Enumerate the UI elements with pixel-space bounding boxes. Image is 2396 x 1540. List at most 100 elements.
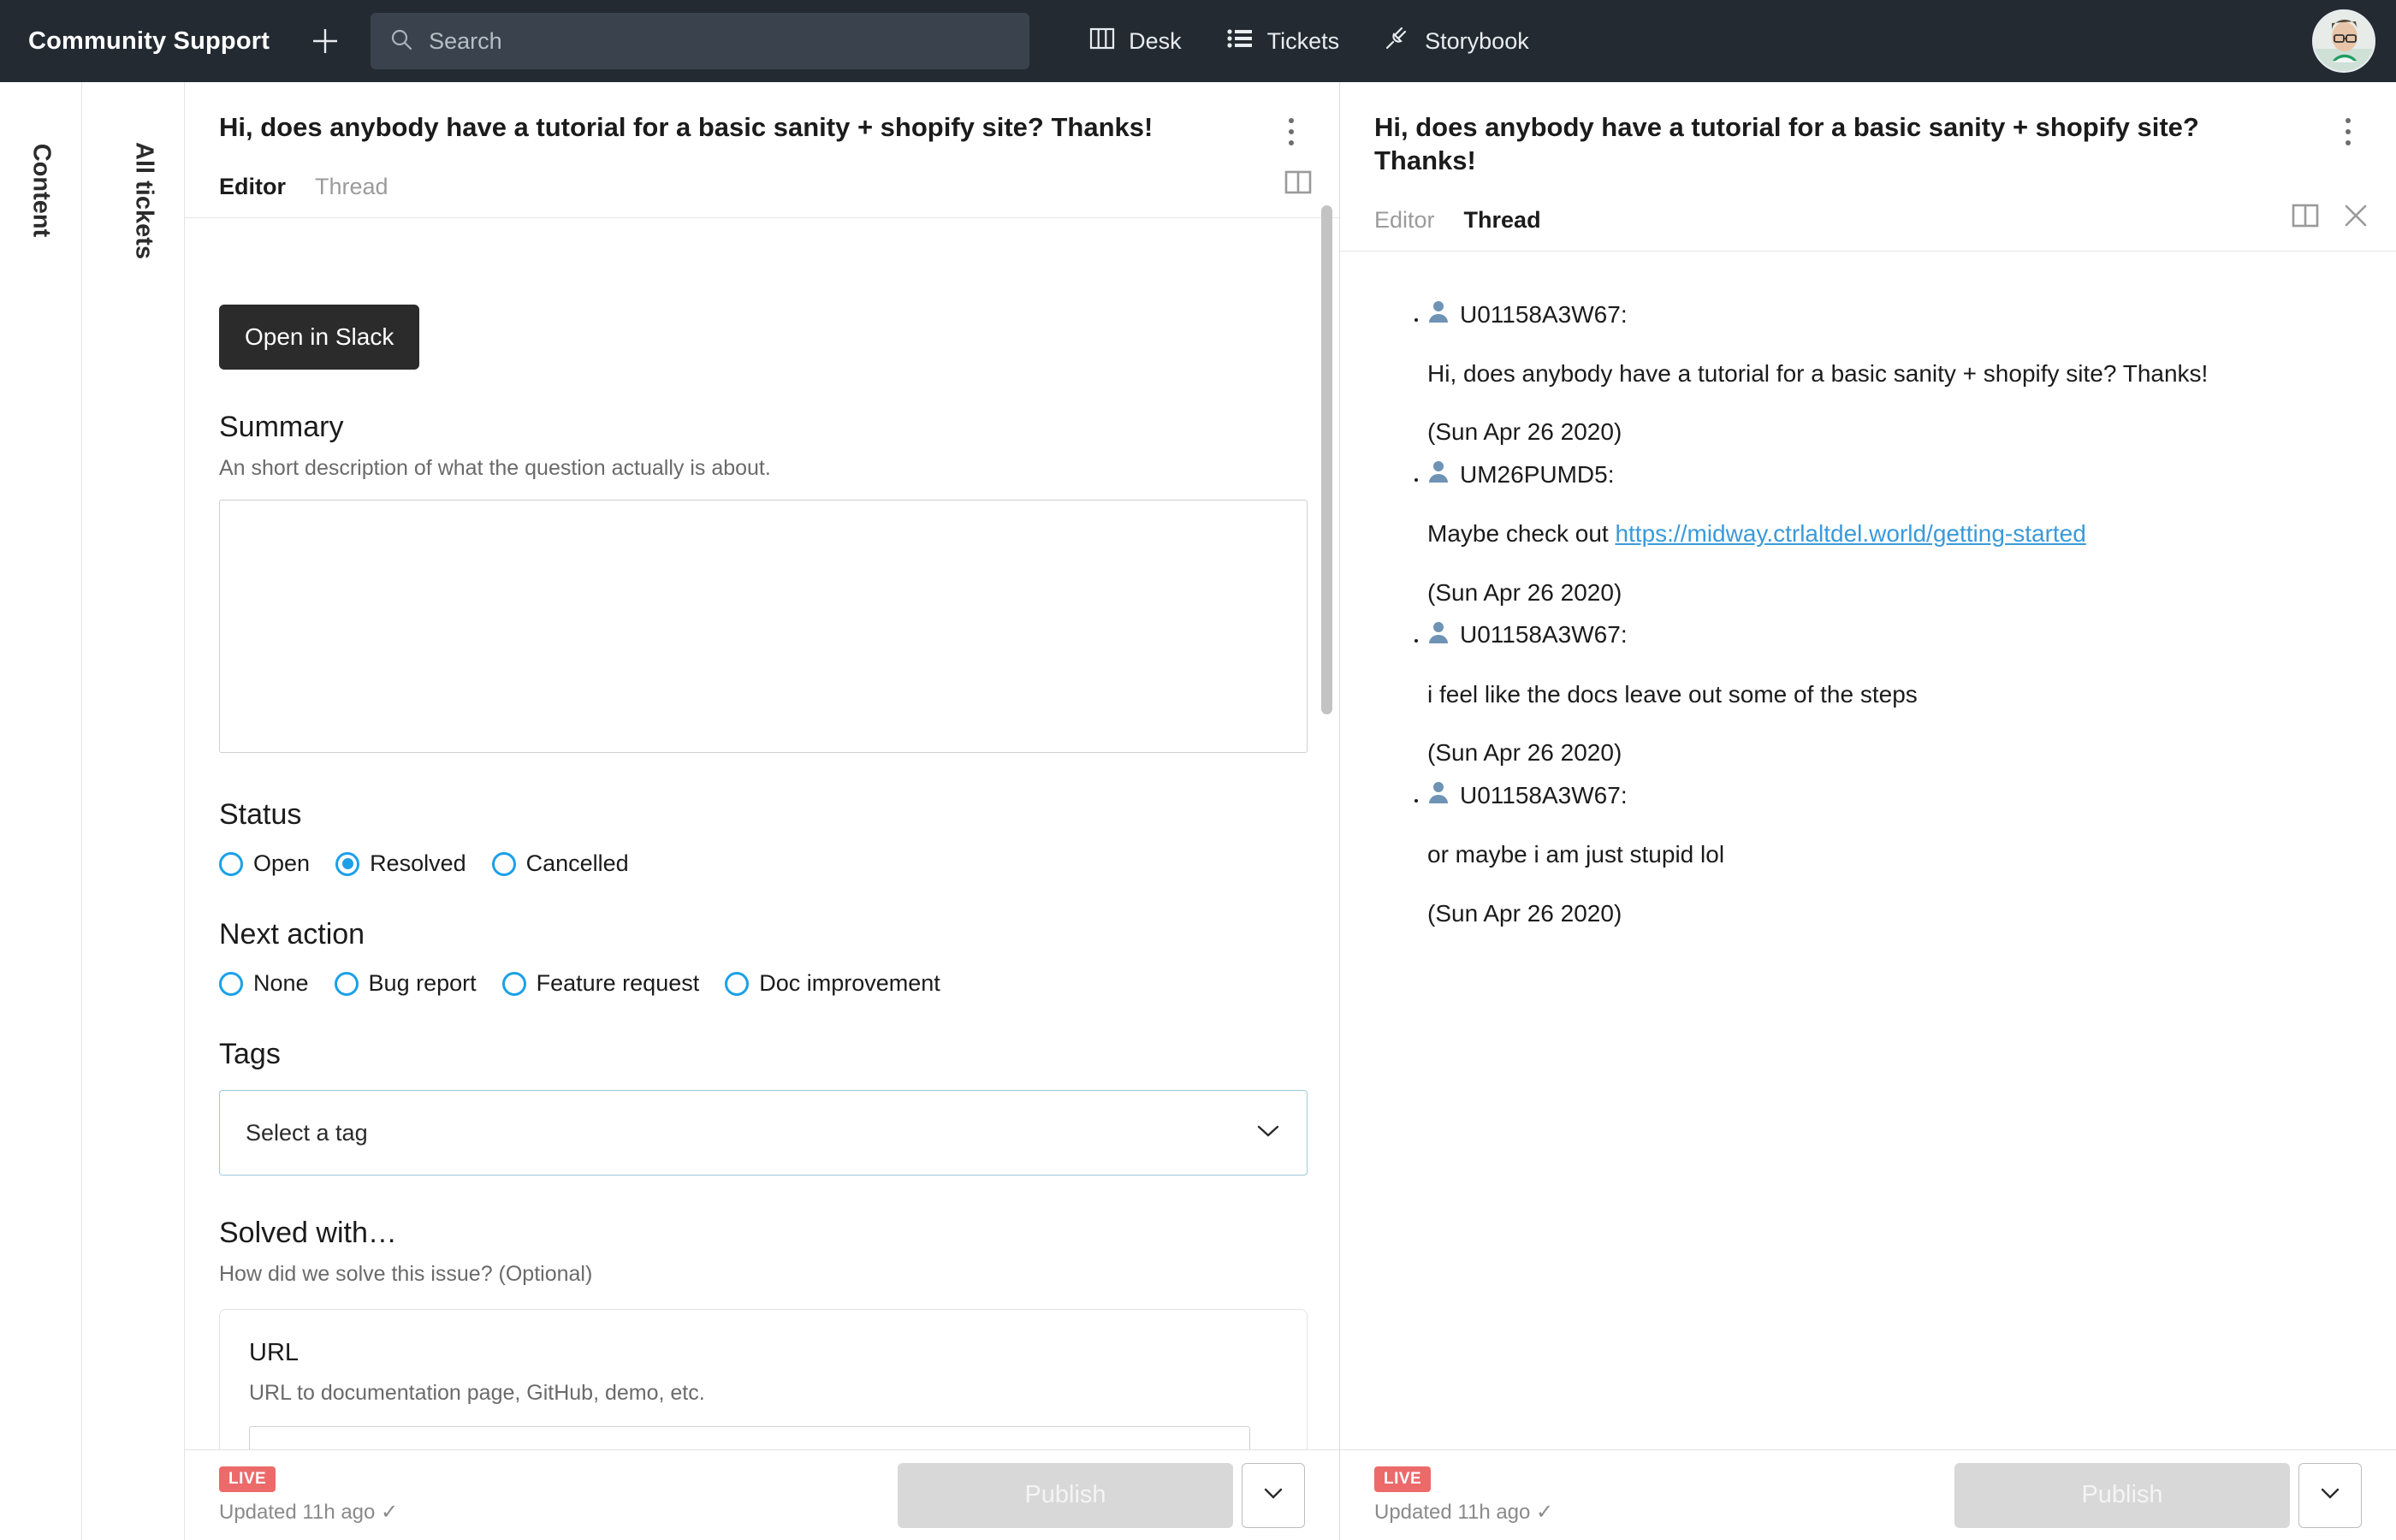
thread-page-title: Hi, does anybody have a tutorial for a b… <box>1374 111 2362 178</box>
nav-item-desk-label: Desk <box>1129 28 1182 55</box>
nav-item-desk[interactable]: Desk <box>1089 27 1182 56</box>
split-pane-icon[interactable] <box>2290 200 2321 231</box>
message-author: UM26PUMD5: <box>1427 459 2362 489</box>
split-pane-icon[interactable] <box>1283 167 1314 198</box>
tab-editor[interactable]: Editor <box>219 174 286 200</box>
more-options-icon[interactable] <box>2331 111 2365 152</box>
status-badge: LIVE <box>219 1466 276 1492</box>
tab-thread[interactable]: Thread <box>1464 207 1541 234</box>
sidebar-rail-all-tickets[interactable]: All tickets <box>103 82 185 1540</box>
radio-icon <box>219 972 243 996</box>
thread-message: U01158A3W67: i feel like the docs leave … <box>1427 620 2362 767</box>
thread-messages: U01158A3W67: Hi, does anybody have a tut… <box>1340 270 2396 1449</box>
url-description: URL to documentation page, GitHub, demo,… <box>249 1381 1278 1406</box>
sidebar-item-all-tickets-label: All tickets <box>129 142 157 259</box>
radio-icon <box>219 852 243 876</box>
editor-tabs: Editor Thread <box>185 174 1339 218</box>
status-field: Status Open Resolved Cancelled <box>219 798 1305 877</box>
message-date: (Sun Apr 26 2020) <box>1427 900 2362 927</box>
next-action-radio-none[interactable]: None <box>219 970 309 997</box>
message-text: i feel like the docs leave out some of t… <box>1427 679 2362 710</box>
chevron-down-icon <box>1262 1485 1284 1505</box>
publish-button[interactable]: Publish <box>898 1463 1233 1528</box>
thread-message: UM26PUMD5: Maybe check out https://midwa… <box>1427 459 2362 606</box>
summary-label: Summary <box>219 411 1305 444</box>
message-author: U01158A3W67: <box>1427 780 2362 810</box>
search-input[interactable]: Search <box>371 13 1029 69</box>
plug-icon <box>1384 26 1411 57</box>
status-badge: LIVE <box>1374 1466 1431 1492</box>
status-radio-open[interactable]: Open <box>219 850 310 877</box>
tab-thread[interactable]: Thread <box>315 174 388 200</box>
sidebar-item-content-label: Content <box>27 144 55 238</box>
thread-tabs: Editor Thread <box>1340 207 2396 252</box>
sidebar-rail-content[interactable]: Content <box>0 82 82 1540</box>
message-text: Hi, does anybody have a tutorial for a b… <box>1427 358 2362 389</box>
publish-button[interactable]: Publish <box>1954 1463 2290 1528</box>
summary-description: An short description of what the questio… <box>219 456 1305 481</box>
editor-panel-header: Hi, does anybody have a tutorial for a b… <box>185 82 1339 145</box>
person-icon <box>1427 459 1450 489</box>
editor-scrollbar[interactable] <box>1321 205 1332 714</box>
person-icon <box>1427 299 1450 329</box>
status-radio-cancelled-label: Cancelled <box>526 850 629 877</box>
radio-icon <box>725 972 749 996</box>
message-author-name: UM26PUMD5: <box>1460 461 1614 489</box>
chevron-down-icon <box>1255 1122 1281 1144</box>
editor-panel: Hi, does anybody have a tutorial for a b… <box>185 82 1340 1540</box>
nav-item-storybook-label: Storybook <box>1425 28 1529 55</box>
message-link[interactable]: https://midway.ctrlaltdel.world/getting-… <box>1615 520 2085 547</box>
next-action-radio-doc-improvement[interactable]: Doc improvement <box>725 970 940 997</box>
list-icon <box>1226 27 1254 56</box>
status-radio-open-label: Open <box>253 850 310 877</box>
message-text-prefix: Maybe check out <box>1427 520 1615 547</box>
radio-selected-icon <box>335 852 359 876</box>
tags-field: Tags Select a tag <box>219 1038 1305 1176</box>
message-date: (Sun Apr 26 2020) <box>1427 579 2362 607</box>
tags-label: Tags <box>219 1038 1305 1071</box>
open-in-slack-button[interactable]: Open in Slack <box>219 305 419 370</box>
chevron-down-icon <box>2319 1485 2341 1505</box>
status-label: Status <box>219 798 1305 832</box>
message-author: U01158A3W67: <box>1427 299 2362 329</box>
more-options-icon[interactable] <box>1274 111 1308 152</box>
next-action-radio-group: None Bug report Feature request Doc impr… <box>219 970 1305 997</box>
summary-input[interactable] <box>219 500 1308 753</box>
url-input[interactable] <box>249 1426 1250 1449</box>
tags-selected-value: Select a tag <box>246 1120 368 1146</box>
tab-editor[interactable]: Editor <box>1374 207 1435 234</box>
editor-page-title: Hi, does anybody have a tutorial for a b… <box>219 111 1305 145</box>
nav-item-tickets[interactable]: Tickets <box>1226 27 1340 56</box>
columns-icon <box>1089 27 1115 56</box>
nav-item-storybook[interactable]: Storybook <box>1384 26 1529 57</box>
next-action-radio-feature-request[interactable]: Feature request <box>502 970 700 997</box>
search-icon <box>389 27 413 56</box>
url-label: URL <box>249 1339 1278 1367</box>
message-text: Maybe check out https://midway.ctrlaltde… <box>1427 518 2362 549</box>
publish-options-button[interactable] <box>2298 1463 2362 1528</box>
app-brand: Community Support <box>28 27 270 56</box>
solved-with-url-card: URL URL to documentation page, GitHub, d… <box>219 1309 1308 1449</box>
tags-select[interactable]: Select a tag <box>219 1090 1308 1176</box>
avatar[interactable] <box>2312 9 2375 73</box>
next-action-radio-feature-request-label: Feature request <box>537 970 700 997</box>
next-action-radio-none-label: None <box>253 970 309 997</box>
publish-options-button[interactable] <box>1242 1463 1305 1528</box>
editor-footer: LIVE Updated 11h ago ✓ Publish <box>185 1449 1339 1540</box>
editor-form: Open in Slack Summary An short descripti… <box>185 270 1339 1449</box>
status-radio-resolved[interactable]: Resolved <box>335 850 466 877</box>
add-new-button[interactable] <box>300 16 350 66</box>
summary-field: Summary An short description of what the… <box>219 411 1305 757</box>
person-icon <box>1427 780 1450 810</box>
status-radio-cancelled[interactable]: Cancelled <box>492 850 629 877</box>
status-radio-group: Open Resolved Cancelled <box>219 850 1305 877</box>
message-author-name: U01158A3W67: <box>1460 621 1628 649</box>
close-icon[interactable] <box>2341 201 2370 230</box>
person-icon <box>1427 620 1450 650</box>
message-author-name: U01158A3W67: <box>1460 782 1628 809</box>
next-action-radio-bug-report[interactable]: Bug report <box>335 970 477 997</box>
next-action-radio-bug-report-label: Bug report <box>369 970 477 997</box>
plus-icon <box>308 24 342 58</box>
radio-icon <box>502 972 526 996</box>
radio-icon <box>335 972 359 996</box>
